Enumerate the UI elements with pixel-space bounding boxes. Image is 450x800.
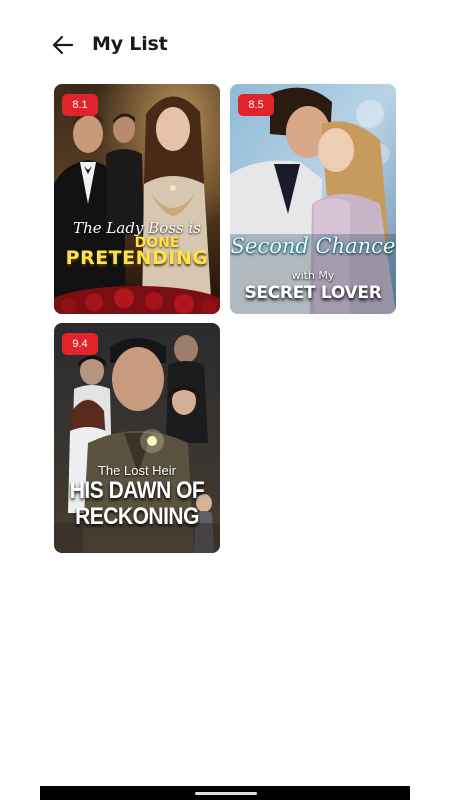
drama-card-lost-heir[interactable]: 9.4 The Lost Heir HIS DAWN OF RECKONING (54, 323, 220, 553)
cover-title-small: The Lost Heir (97, 463, 177, 478)
cover-title-line2: RECKONING (75, 503, 199, 530)
rating-badge: 8.5 (238, 94, 274, 116)
cover-title-main: SECRET LOVER (244, 283, 382, 303)
drama-card-second-chance[interactable]: 8.5 Second Chance with My SECRET LOVER (230, 84, 396, 314)
drama-card-lady-boss[interactable]: 8.1 The Lady Boss is DONE PRETENDING (54, 84, 220, 314)
cover-image (54, 84, 220, 314)
home-indicator[interactable] (195, 792, 257, 795)
rating-badge: 9.4 (62, 333, 98, 355)
rating-badge: 8.1 (62, 94, 98, 116)
system-nav-bar (40, 786, 410, 800)
my-list-grid: 8.1 The Lady Boss is DONE PRETENDING 8.5… (0, 0, 450, 800)
cover-title-line1: HIS DAWN OF (69, 477, 205, 504)
cover-title-script: Second Chance (230, 234, 396, 258)
cover-title-line2: PRETENDING (65, 247, 209, 269)
cover-title-small: with My (291, 269, 335, 282)
